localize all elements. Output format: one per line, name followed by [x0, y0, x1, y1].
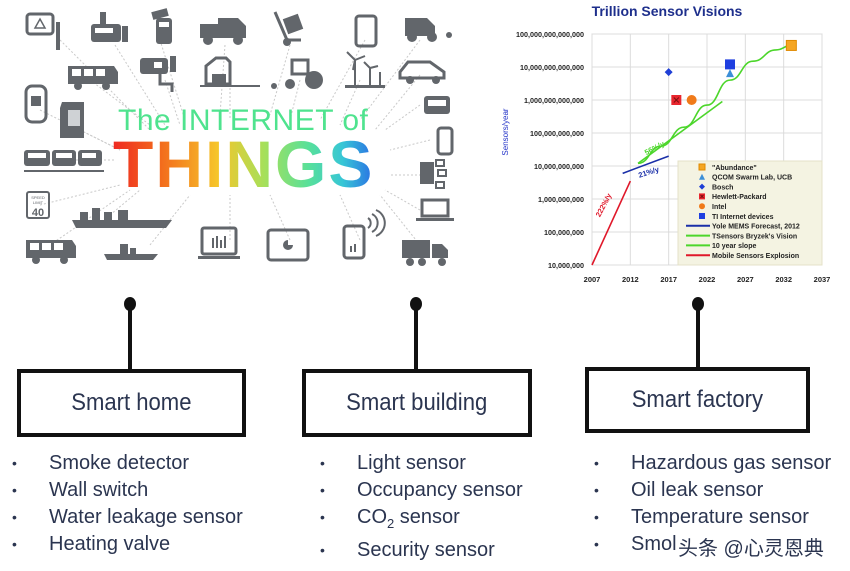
watermark: 头条 @心灵恩典: [678, 538, 824, 560]
y-tick-label: 100,000,000: [544, 228, 584, 237]
y-axis-label: Sensors/year: [501, 108, 510, 155]
x-tick-label: 2037: [814, 275, 831, 284]
category-box-smart-home: Smart home: [17, 369, 246, 437]
list-item: • Hazardous gas sensor: [594, 452, 832, 474]
tablet-icon: [354, 14, 378, 48]
list-item: • Wall switch: [12, 479, 149, 501]
chart-title: Trillion Sensor Visions: [592, 3, 743, 19]
laptop-chart-icon: [198, 226, 240, 259]
list-item: • CO2 sensor: [320, 506, 460, 531]
data-point: [725, 59, 735, 70]
monitor-device-icon: [424, 96, 450, 114]
legend-label: "Abundance": [712, 165, 757, 172]
legend-label: Yole MEMS Forecast, 2012: [712, 224, 800, 231]
x-tick-label: 2007: [584, 275, 601, 284]
legend-label: QCOM Swarm Lab, UCB: [712, 175, 792, 182]
legend-label: Hewlett-Packard: [712, 194, 766, 201]
warning-sign-icon: [25, 12, 60, 50]
list-item: • Occupancy sensor: [320, 479, 523, 501]
y-tick-label: 100,000,000,000: [530, 129, 584, 138]
data-point: [785, 39, 797, 51]
laptop-icon: [416, 198, 454, 221]
marker-square: [785, 39, 797, 51]
speed-sign-line2: LIMIT: [33, 200, 44, 205]
x-tick-label: 2032: [775, 275, 792, 284]
marker-square: [698, 163, 706, 171]
x-tick-label: 2022: [699, 275, 716, 284]
y-tick-label: 1,000,000,000,000: [524, 96, 584, 105]
parking-meter-icon: [24, 84, 48, 124]
marker-square: [725, 59, 735, 70]
sim-card-icon: [60, 102, 84, 138]
data-point: [671, 95, 682, 105]
y-tick-label: 1,000,000,000: [538, 195, 584, 204]
legend-entry: QCOM Swarm Lab, UCB: [699, 173, 792, 182]
category-box-smart-factory: Smart factory: [585, 367, 810, 433]
list-item: • Heating valve: [12, 533, 171, 555]
bus-icon: [68, 66, 118, 90]
iot-title-line2: THINGS: [113, 127, 375, 201]
delivery-truck-icon: [200, 18, 246, 45]
category-label: Smart home: [71, 389, 192, 416]
small-ship-icon: [104, 244, 158, 260]
category-box-smart-building: Smart building: [302, 369, 532, 437]
legend-label: TSensors Bryzek's Vision: [712, 233, 797, 240]
car-icon: [398, 60, 446, 84]
bus-icon-2: [26, 240, 76, 264]
y-tick-label: 10,000,000,000: [534, 162, 584, 171]
house-icon: [200, 56, 260, 87]
security-camera-icon: [140, 56, 176, 92]
smart-home-list: • Smoke detector • Wall switch • Water leak…: [12, 450, 243, 558]
list-item: • Security sensor: [320, 539, 495, 561]
marker-circle: [686, 95, 697, 105]
list-item: • Water leakage sensor: [12, 506, 243, 528]
connector-stem-home: [128, 305, 132, 371]
list-item: • Oil leak sensor: [594, 479, 764, 501]
legend-label: TI Internet devices: [712, 214, 774, 221]
y-tick-labels: 10,000,000 100,000,000 1,000,000,000 10,000…: [516, 30, 584, 270]
smart-building-list: • Light sensor • Occupancy sensor • CO2 sen…: [320, 450, 523, 564]
x-tick-labels: 2007 2012 2017 2022 2027 2032 2037: [584, 275, 831, 284]
marker-circle: [699, 203, 705, 210]
building-network-icon: [420, 159, 447, 189]
truck-icon: [402, 240, 448, 266]
connector-stem-building: [414, 305, 418, 371]
x-tick-label: 2027: [737, 275, 754, 284]
list-item: • Smoke detector: [12, 452, 190, 474]
x-tick-label: 2017: [660, 275, 677, 284]
harvester-icon: [405, 18, 452, 42]
category-label: Smart building: [346, 389, 488, 416]
iot-illustration: SPEED LIMIT 40 The INTERNET of THINGS: [0, 0, 470, 280]
smartphone-icon: [436, 126, 454, 156]
data-point: [686, 95, 697, 105]
chart-svg: Trillion Sensor Visions Sensors/year 10,…: [501, 3, 831, 284]
speed-sign-value: 40: [32, 207, 44, 219]
train-icon: [24, 150, 104, 172]
cargo-ship-icon: [72, 208, 172, 228]
speed-limit-sign-icon: SPEED LIMIT 40: [26, 191, 50, 219]
y-tick-label: 10,000,000: [548, 261, 584, 270]
connector-stem-factory: [696, 305, 700, 369]
payment-terminal-icon: [151, 8, 172, 44]
trillion-sensor-chart: Trillion Sensor Visions Sensors/year 10,…: [490, 0, 850, 290]
wind-turbine-icon: [345, 51, 385, 88]
list-item: • Temperature sensor: [594, 506, 809, 528]
list-item: • Light sensor: [320, 452, 466, 474]
y-tick-label: 100,000,000,000,000: [516, 30, 584, 39]
hand-truck-icon: [273, 11, 304, 46]
chart-legend: "Abundance" QCOM Swarm Lab, UCB Bosch Hewle…: [677, 160, 823, 266]
factory-meter-icon: [91, 12, 128, 42]
legend-label: Bosch: [712, 184, 733, 191]
category-label: Smart factory: [631, 386, 764, 413]
marker-square: [699, 213, 705, 219]
y-tick-label: 10,000,000,000,000: [520, 63, 584, 72]
legend-label: 10 year slope: [712, 243, 756, 250]
legend-label: Mobile Sensors Explosion: [712, 253, 799, 260]
legend-label: Intel: [712, 204, 726, 211]
x-tick-label: 2012: [622, 275, 639, 284]
